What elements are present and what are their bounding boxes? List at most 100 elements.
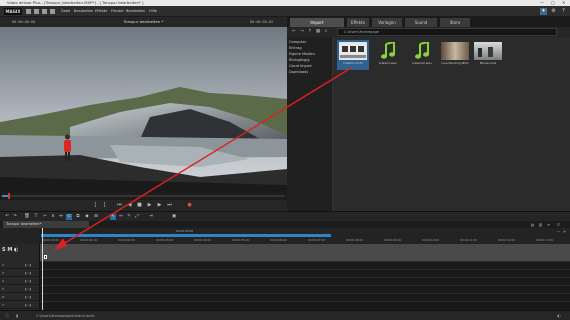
track-mute-solo-icons[interactable]: ◐ ◑ xyxy=(25,269,31,277)
menu-bearbeiten-2[interactable]: Bearbeiten xyxy=(126,6,145,17)
timeline-mode-icon[interactable]: ≡ xyxy=(546,222,551,227)
ruler-tick: 00:00:02:00 xyxy=(118,238,136,242)
track-mute-solo-icons[interactable]: ◐ ◑ xyxy=(25,261,31,269)
file-item-movie-mp4[interactable]: Movie.mp4 xyxy=(472,40,504,70)
playhead[interactable] xyxy=(42,228,43,310)
track-header[interactable]: 4 ◐ ◑ xyxy=(0,277,40,285)
track-header[interactable]: 2 ◐ ◑ xyxy=(0,261,40,269)
storyboard-mode-icon[interactable]: ▤ xyxy=(530,222,535,227)
track-header[interactable]: 3 ◐ ◑ xyxy=(0,269,40,277)
track-mute-solo-icons[interactable]: ◐ ◑ xyxy=(25,293,31,301)
video-preview[interactable] xyxy=(0,27,287,192)
media-pool-sidebar: Computer Eintrag Eigene Medien Rückgängi… xyxy=(287,37,333,211)
draw-icon[interactable]: ✎ xyxy=(126,214,132,220)
track-header[interactable]: 5 ◐ ◑ xyxy=(0,285,40,293)
path-field[interactable]: C:\Users\Homepage xyxy=(337,28,557,36)
file-name: Iceland.wav xyxy=(379,61,397,65)
stop-icon[interactable]: ■ xyxy=(136,202,143,209)
snapshot-icon[interactable]: ▣ xyxy=(171,214,177,220)
file-item-iceland-mxfx[interactable]: Iceland.mxfx xyxy=(337,40,369,70)
text-icon[interactable]: T xyxy=(33,214,39,220)
help-icon[interactable]: ? xyxy=(560,8,567,15)
grid-icon[interactable] xyxy=(42,9,47,14)
next-marker-icon[interactable]: ⏭ xyxy=(166,202,173,209)
folder-icon[interactable] xyxy=(26,9,31,14)
tab-import[interactable]: Import xyxy=(290,18,344,27)
timeline-ruler[interactable]: 00:00:02:00 − + 00:00:00:00 00:00:01:00 00… xyxy=(0,228,570,244)
tab-store[interactable]: Store xyxy=(440,18,470,27)
view-icon[interactable]: ▦ xyxy=(315,29,321,35)
back-icon[interactable]: ← xyxy=(291,29,297,35)
track-divider xyxy=(40,277,570,278)
track-number: 7 xyxy=(2,303,4,307)
menu-effekte[interactable]: Effekte xyxy=(95,6,107,17)
track-mute-solo-icons[interactable]: ◐ ◑ xyxy=(25,277,31,285)
trim-icon[interactable]: ⇹ xyxy=(58,214,64,220)
track-header[interactable]: 6 ◐ ◑ xyxy=(0,293,40,301)
delete-icon[interactable]: 🗑 xyxy=(24,214,30,220)
file-item-iceland2-wav[interactable]: Iceland2.wav xyxy=(406,40,438,70)
scene-mode-icon[interactable]: ▥ xyxy=(538,222,543,227)
forward-icon[interactable]: → xyxy=(299,29,305,35)
tab-effekte[interactable]: Effekte xyxy=(347,18,369,27)
search-icon[interactable]: ⌕ xyxy=(323,29,329,35)
media-pool-toolbar: ← → ↑ ▦ ⌕ C:\Users\Homepage xyxy=(287,27,570,37)
menu-hilfe[interactable]: Hilfe xyxy=(149,6,157,17)
mark-out-icon[interactable]: ] xyxy=(101,202,108,209)
save-icon[interactable] xyxy=(34,9,39,14)
next-frame-icon[interactable]: ▶ xyxy=(156,202,163,209)
zoom-icon[interactable]: ⚲ xyxy=(556,222,561,227)
split-icon[interactable]: ✂ xyxy=(42,214,48,220)
zoom-in-icon[interactable]: + xyxy=(562,229,567,234)
record-icon[interactable]: ● xyxy=(186,202,193,209)
sidebar-item-downloads[interactable]: Downloads xyxy=(289,69,308,75)
track-mute-solo-icons[interactable]: ◐ ◑ xyxy=(25,301,31,309)
preview-scrubber[interactable] xyxy=(0,192,287,200)
link-icon[interactable]: ⊂ xyxy=(66,214,72,220)
range-bar[interactable] xyxy=(41,234,331,237)
range-icon[interactable]: ↔ xyxy=(118,214,124,220)
menu-bearbeiten[interactable]: Bearbeiten xyxy=(74,6,93,17)
zoom-out-icon[interactable]: − xyxy=(556,229,561,234)
undo-icon[interactable]: ↶ xyxy=(4,214,10,220)
scrubber-handle[interactable] xyxy=(7,193,10,199)
previous-frame-icon[interactable]: ◀ xyxy=(126,202,133,209)
cut-icon[interactable]: ⋔ xyxy=(50,214,56,220)
file-item-iceland-wav[interactable]: Iceland.wav xyxy=(372,40,404,70)
track-controls[interactable]: S M ◐ xyxy=(2,247,18,253)
audio-file-icon xyxy=(374,40,402,60)
track-number: 4 xyxy=(2,279,4,283)
ruler-tick: 00:00:09:00 xyxy=(384,238,402,242)
copy-icon[interactable]: ⧉ xyxy=(75,214,81,220)
insert-mode-icon[interactable]: ⇥ xyxy=(148,214,154,220)
pointer-icon[interactable]: ↖ xyxy=(110,214,116,220)
file-item-live-painting[interactable]: Live Painting.MOV xyxy=(439,40,471,70)
notification-icon[interactable]: ◐ xyxy=(556,313,562,319)
track-area: S M ◐ 2◐ ◑3◐ ◑4◐ ◑5◐ ◑6◐ ◑7◐ ◑8◐ ◑ xyxy=(0,244,570,317)
export-icon[interactable] xyxy=(50,9,55,14)
mark-in-icon[interactable]: [ xyxy=(92,202,99,209)
project-tab[interactable]: Tonspur bearbeiten* xyxy=(3,221,89,228)
track-number: 2 xyxy=(2,263,4,267)
track-number: 3 xyxy=(2,271,4,275)
menu-datei[interactable]: Datei xyxy=(61,6,70,17)
track-header[interactable]: 7 ◐ ◑ xyxy=(0,301,40,309)
track-mute-solo-icons[interactable]: ◐ ◑ xyxy=(25,285,31,293)
info-icon[interactable]: ⓘ xyxy=(4,313,10,319)
previous-marker-icon[interactable]: ⏮ xyxy=(116,202,123,209)
play-icon[interactable]: ▶ xyxy=(146,202,153,209)
menu-fenster[interactable]: Fenster xyxy=(111,6,124,17)
ruler-tick: 00:00:00:00 xyxy=(42,238,60,242)
tab-sound[interactable]: Sound xyxy=(405,18,437,27)
track-1-lane[interactable] xyxy=(40,244,570,261)
group-icon[interactable]: ⊞ xyxy=(93,214,99,220)
zoom-tool-icon[interactable]: ⤢ xyxy=(134,214,140,220)
up-icon[interactable]: ↑ xyxy=(307,29,313,35)
plugin-icon[interactable]: ✦ xyxy=(540,8,547,15)
tab-vorlagen[interactable]: Vorlagen xyxy=(372,18,402,27)
marker-icon[interactable]: ◆ xyxy=(84,214,90,220)
timecode-right: 00:00:05:02 xyxy=(250,20,274,24)
track-headers: S M ◐ 2◐ ◑3◐ ◑4◐ ◑5◐ ◑6◐ ◑7◐ ◑8◐ ◑ xyxy=(0,244,40,317)
redo-icon[interactable]: ↷ xyxy=(12,214,18,220)
settings-icon[interactable]: ⚙ xyxy=(550,8,557,15)
